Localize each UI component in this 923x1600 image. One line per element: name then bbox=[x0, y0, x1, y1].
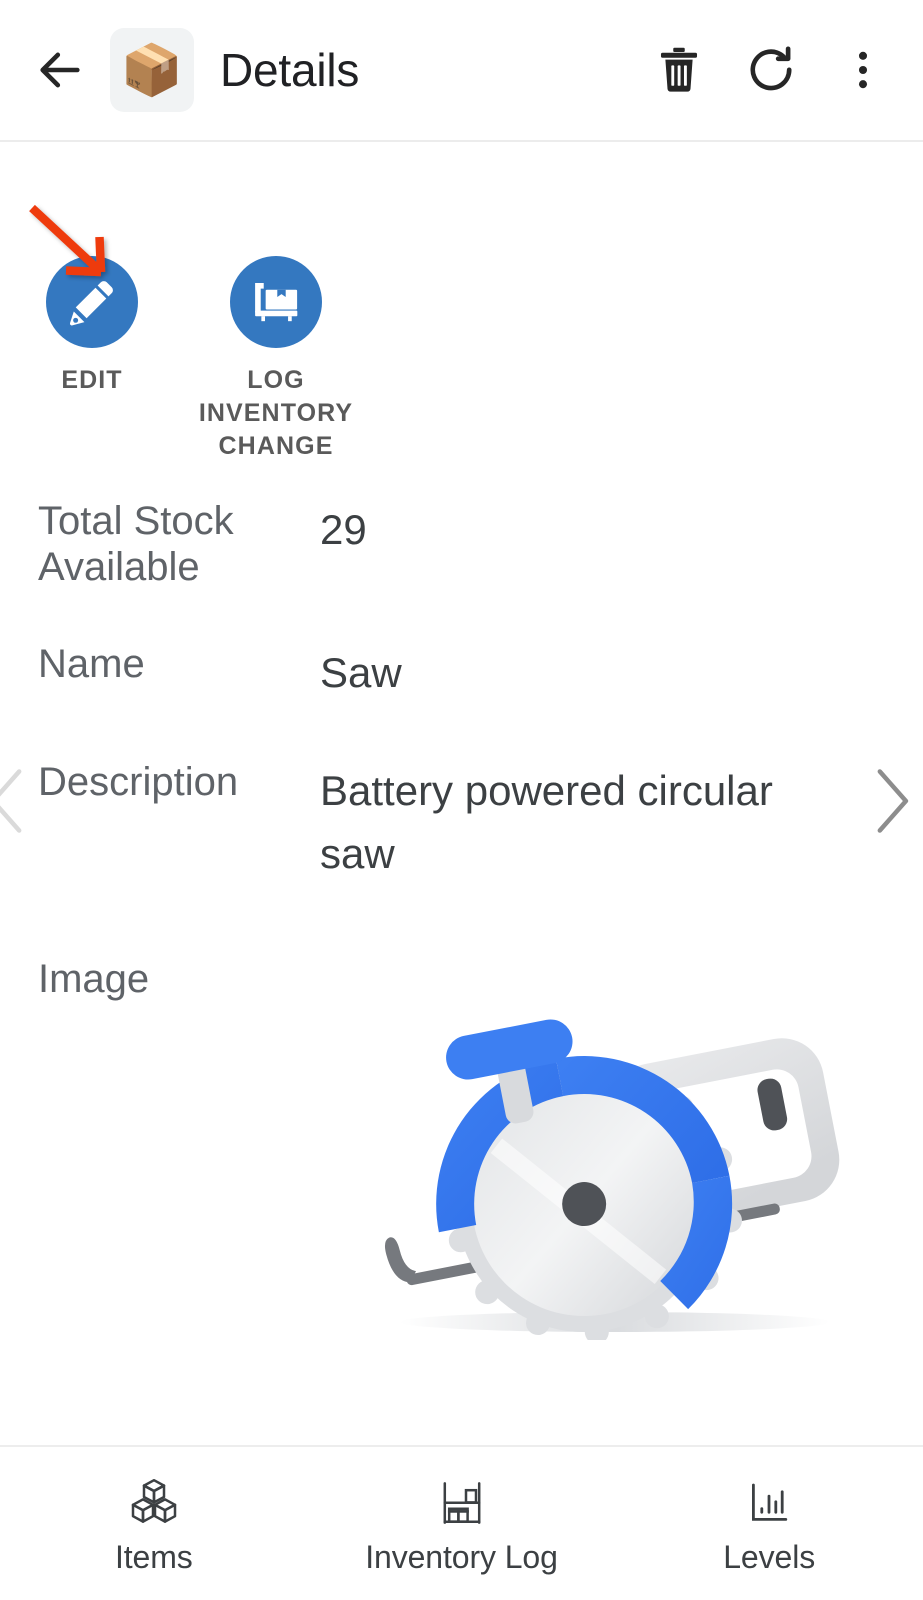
log-inventory-change-button[interactable]: LOG INVENTORY CHANGE bbox=[184, 256, 368, 463]
hand-truck-box-icon bbox=[255, 283, 298, 322]
package-box-emoji: 📦 bbox=[120, 42, 184, 98]
field-label: Description bbox=[38, 760, 239, 805]
bottom-navigation: Items Inventory Log Levels bbox=[0, 1445, 923, 1600]
nav-item-levels[interactable]: Levels bbox=[615, 1471, 923, 1576]
app-bar-actions bbox=[637, 28, 905, 112]
quick-actions-row: EDIT LOG INVENTORY CHANGE bbox=[0, 256, 368, 463]
next-record-button[interactable] bbox=[871, 768, 913, 834]
more-options-button[interactable] bbox=[821, 28, 905, 112]
edit-action-label: EDIT bbox=[61, 366, 123, 394]
details-content: EDIT LOG INVENTORY CHANGE Total Stock Av… bbox=[0, 144, 923, 1445]
back-button[interactable] bbox=[14, 24, 106, 116]
nav-label: Items bbox=[114, 1539, 193, 1575]
refresh-icon bbox=[750, 46, 792, 91]
log-inventory-action-label: LOG INVENTORY CHANGE bbox=[198, 366, 354, 460]
edit-action-button[interactable]: EDIT bbox=[0, 256, 184, 397]
field-row-total-stock: Total Stock Available 29 bbox=[0, 499, 923, 590]
nav-item-inventory-log[interactable]: Inventory Log bbox=[308, 1471, 616, 1576]
field-label: Name bbox=[38, 642, 145, 687]
pencil-icon bbox=[69, 281, 113, 326]
field-list: Total Stock Available 29 Name Saw Descri… bbox=[0, 499, 923, 1002]
shelf-icon bbox=[443, 1482, 480, 1524]
refresh-button[interactable] bbox=[729, 28, 813, 112]
edit-action-circle bbox=[46, 256, 138, 348]
field-row-description: Description Battery powered circular saw bbox=[0, 760, 923, 884]
app-icon: 📦 bbox=[110, 28, 194, 112]
field-row-image: Image bbox=[0, 957, 923, 1003]
nav-label: Levels bbox=[723, 1539, 816, 1575]
cubes-icon bbox=[131, 1478, 177, 1523]
field-label: Image bbox=[38, 956, 150, 1001]
trash-icon bbox=[660, 47, 698, 92]
field-label: Total Stock Available bbox=[38, 499, 234, 589]
app-bar: 📦 Details bbox=[0, 0, 923, 142]
bar-chart-icon bbox=[752, 1483, 788, 1521]
circular-saw-illustration bbox=[384, 1019, 840, 1340]
prev-record-button[interactable] bbox=[0, 768, 28, 834]
page-title: Details bbox=[220, 44, 360, 96]
more-vertical-icon bbox=[858, 51, 868, 89]
delete-button[interactable] bbox=[637, 28, 721, 112]
field-value: Saw bbox=[320, 649, 402, 697]
arrow-left-icon bbox=[40, 52, 80, 88]
nav-label: Inventory Log bbox=[365, 1539, 558, 1575]
field-value: Battery powered circular saw bbox=[320, 767, 773, 877]
field-row-name: Name Saw bbox=[0, 642, 923, 704]
nav-item-items[interactable]: Items bbox=[0, 1471, 308, 1576]
log-inventory-action-circle bbox=[230, 256, 322, 348]
field-value: 29 bbox=[320, 506, 367, 553]
